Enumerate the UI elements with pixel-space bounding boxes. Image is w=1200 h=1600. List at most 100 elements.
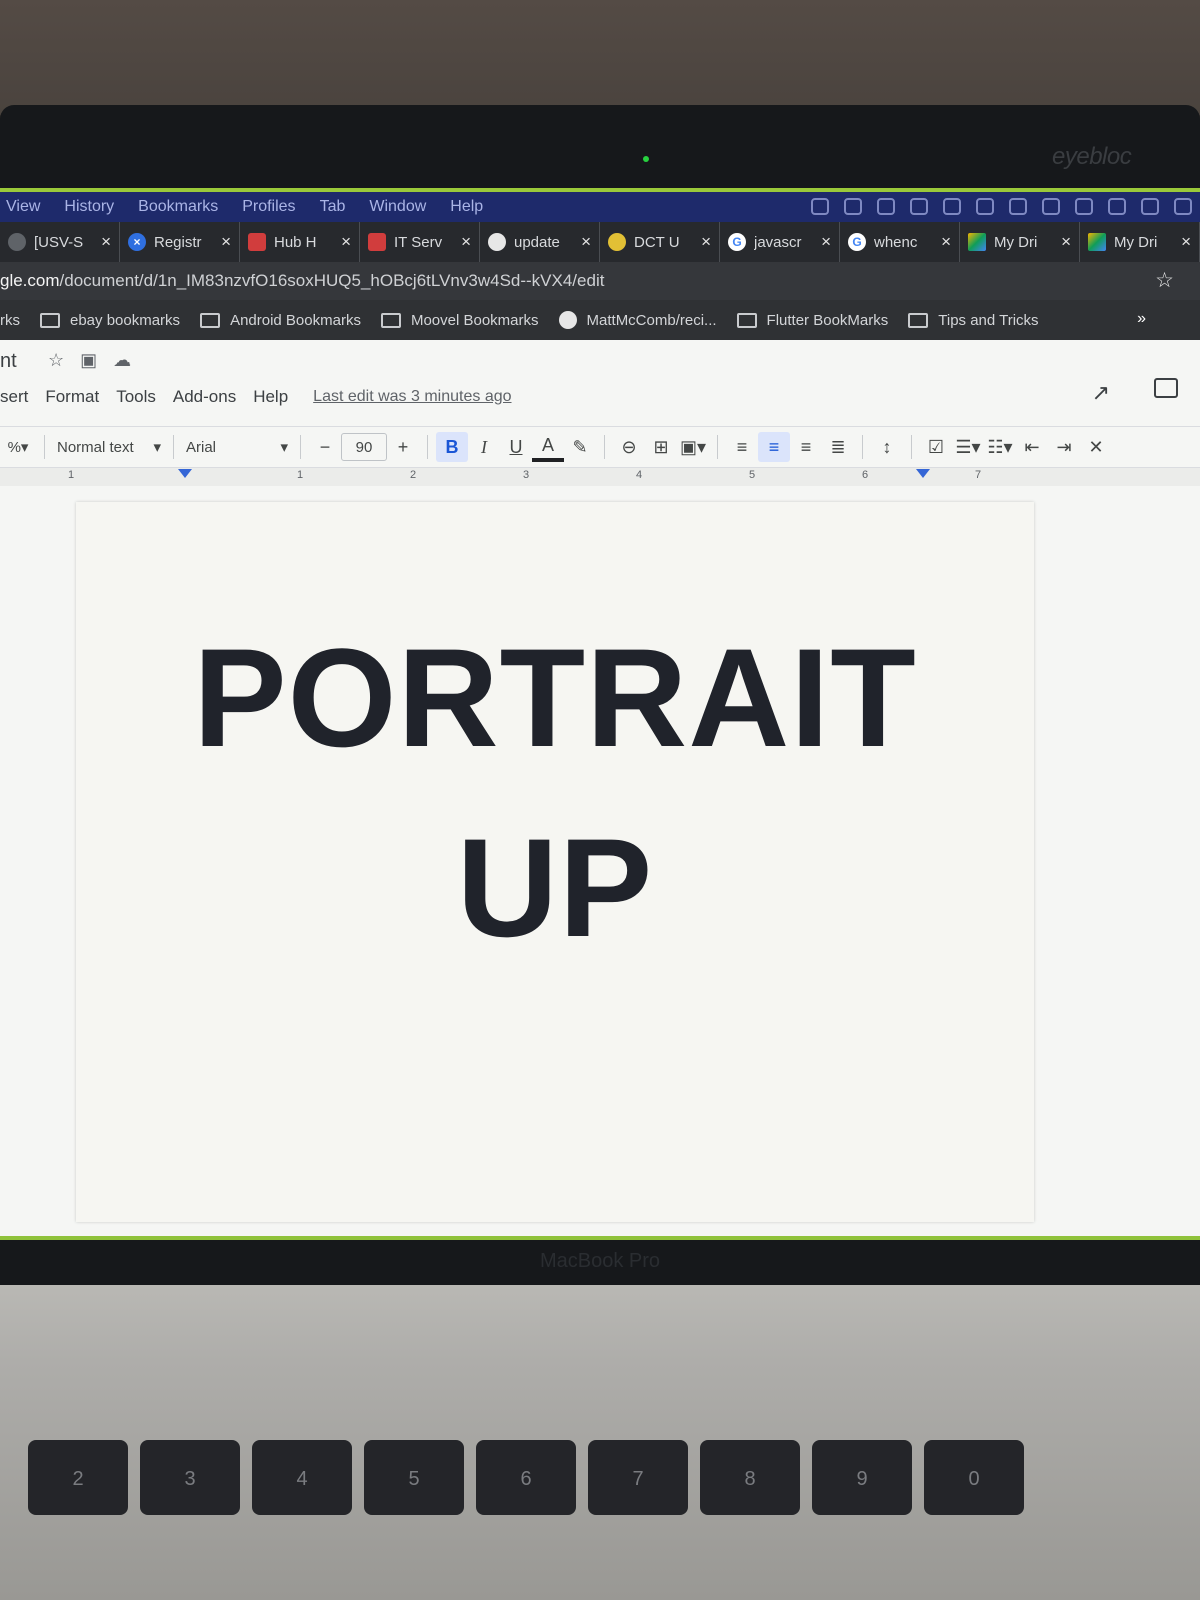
tab-title: My Dri [994, 233, 1038, 251]
paragraph-style-select[interactable]: Normal text ▾ [53, 432, 165, 462]
bookmark-item[interactable]: Tips and Tricks [908, 312, 1039, 329]
menu-tab[interactable]: Tab [308, 198, 358, 216]
doc-title[interactable]: nt [0, 350, 17, 373]
add-comment-icon[interactable]: ⊞ [645, 432, 677, 462]
status-icons [811, 198, 1192, 215]
wifi-icon[interactable] [1108, 198, 1126, 215]
browser-tab[interactable]: My Dri × [1080, 222, 1200, 262]
browser-tab[interactable]: Gjavascr × [720, 222, 840, 262]
close-icon[interactable]: × [101, 232, 111, 252]
increase-indent-icon[interactable]: ⇥ [1048, 432, 1080, 462]
align-right-icon[interactable]: ≡ [790, 432, 822, 462]
calendar-icon[interactable] [910, 198, 928, 215]
align-left-icon[interactable]: ≡ [726, 432, 758, 462]
glasses-icon[interactable] [943, 198, 961, 215]
right-indent-marker[interactable] [916, 469, 930, 478]
line-spacing-icon[interactable]: ↕ [871, 432, 903, 462]
close-icon[interactable]: × [341, 232, 351, 252]
search-icon[interactable] [1174, 198, 1192, 215]
browser-tab[interactable]: [USV-S × [0, 222, 120, 262]
menu-bookmarks[interactable]: Bookmarks [126, 198, 230, 216]
circle-icon[interactable] [976, 198, 994, 215]
font-size-input[interactable]: 90 [341, 433, 387, 461]
menu-history[interactable]: History [52, 198, 126, 216]
document-page[interactable]: PORTRAIT UP [76, 502, 1034, 1222]
document-line-1[interactable]: PORTRAIT [76, 617, 1034, 779]
menu-format[interactable]: Format [45, 387, 99, 407]
menu-tools[interactable]: Tools [116, 387, 156, 407]
text-color-button[interactable]: A [532, 432, 564, 462]
menu-view[interactable]: View [0, 198, 52, 216]
insert-image-icon[interactable]: ▣▾ [677, 432, 709, 462]
bulleted-list-icon[interactable]: ☰▾ [952, 432, 984, 462]
bookmark-item[interactable]: Android Bookmarks [200, 312, 361, 329]
menu-window[interactable]: Window [357, 198, 438, 216]
ruler-mark: 4 [636, 469, 643, 481]
justify-icon[interactable]: ≣ [822, 432, 854, 462]
font-select[interactable]: Arial ▾ [182, 432, 292, 462]
browser-tab[interactable]: Hub H × [240, 222, 360, 262]
bold-button[interactable]: B [436, 432, 468, 462]
address-bar[interactable]: gle.com/document/d/1n_IM83nzvfO16soxHUQ5… [0, 262, 1200, 300]
folder-icon [380, 312, 401, 328]
menu-addons[interactable]: Add-ons [173, 387, 236, 407]
bookmark-item[interactable]: rks [0, 312, 20, 329]
align-center-icon[interactable]: ≡ [758, 432, 790, 462]
browser-tab[interactable]: My Dri × [960, 222, 1080, 262]
browser-tab[interactable]: IT Serv × [360, 222, 480, 262]
increase-font-size-button[interactable]: + [387, 432, 419, 462]
checklist-icon[interactable]: ☑ [920, 432, 952, 462]
browser-tab[interactable]: DCT U × [600, 222, 720, 262]
browser-tab[interactable]: × Registr × [120, 222, 240, 262]
battery-icon[interactable] [1075, 198, 1093, 215]
close-icon[interactable]: × [221, 232, 231, 252]
close-icon[interactable]: × [941, 232, 951, 252]
move-folder-icon[interactable]: ▣ [80, 350, 97, 371]
italic-button[interactable]: I [468, 432, 500, 462]
underline-button[interactable]: U [500, 432, 532, 462]
bookmark-item[interactable]: Moovel Bookmarks [380, 312, 539, 329]
volume-icon[interactable] [1009, 198, 1027, 215]
menu-insert[interactable]: sert [0, 387, 28, 407]
menu-profiles[interactable]: Profiles [230, 198, 307, 216]
bookmark-star-icon[interactable]: ☆ [1155, 268, 1174, 293]
last-edit-link[interactable]: Last edit was 3 minutes ago [313, 388, 511, 406]
close-icon[interactable]: × [1061, 232, 1071, 252]
clear-formatting-icon[interactable]: ✕ [1080, 432, 1112, 462]
bookmark-item[interactable]: Flutter BookMarks [736, 312, 888, 329]
bookmark-item[interactable]: MattMcComb/reci... [558, 311, 717, 329]
link-icon[interactable]: ⊖ [613, 432, 645, 462]
ruler[interactable]: 1 1 2 3 4 5 6 7 [0, 468, 1200, 486]
url-text[interactable]: gle.com/document/d/1n_IM83nzvfO16soxHUQ5… [0, 271, 604, 291]
document-line-2[interactable]: UP [76, 807, 1034, 969]
zoom-select[interactable]: % ▾ [0, 432, 36, 462]
highlight-icon[interactable]: ✎ [564, 432, 596, 462]
more-bookmarks-button[interactable]: » [1137, 310, 1146, 328]
app-icon[interactable] [844, 198, 862, 215]
globe-icon[interactable] [877, 198, 895, 215]
star-icon[interactable]: ☆ [48, 350, 64, 371]
numbered-list-icon[interactable]: ☷▾ [984, 432, 1016, 462]
menu-help[interactable]: Help [438, 198, 495, 216]
decrease-font-size-button[interactable]: − [309, 432, 341, 462]
eyebloc-logo: eyebloc [1052, 143, 1132, 170]
bookmark-item[interactable]: ebay bookmarks [40, 312, 180, 329]
left-indent-marker[interactable] [178, 469, 192, 478]
user-icon[interactable] [1141, 198, 1159, 215]
close-icon[interactable]: × [1181, 232, 1191, 252]
video-icon[interactable] [811, 198, 829, 215]
comment-icon[interactable] [1154, 378, 1178, 398]
browser-tab[interactable]: update × [480, 222, 600, 262]
close-icon[interactable]: × [821, 232, 831, 252]
google-icon: G [848, 233, 866, 251]
menu-help[interactable]: Help [253, 387, 288, 407]
close-icon[interactable]: × [461, 232, 471, 252]
close-icon[interactable]: × [701, 232, 711, 252]
browser-tab[interactable]: Gwhenc × [840, 222, 960, 262]
key-0: 0 [924, 1440, 1024, 1515]
close-icon[interactable]: × [581, 232, 591, 252]
activity-trend-icon[interactable]: ↗ [1092, 380, 1110, 406]
tab-title: update [514, 233, 560, 251]
decrease-indent-icon[interactable]: ⇤ [1016, 432, 1048, 462]
bluetooth-icon[interactable] [1042, 198, 1060, 215]
